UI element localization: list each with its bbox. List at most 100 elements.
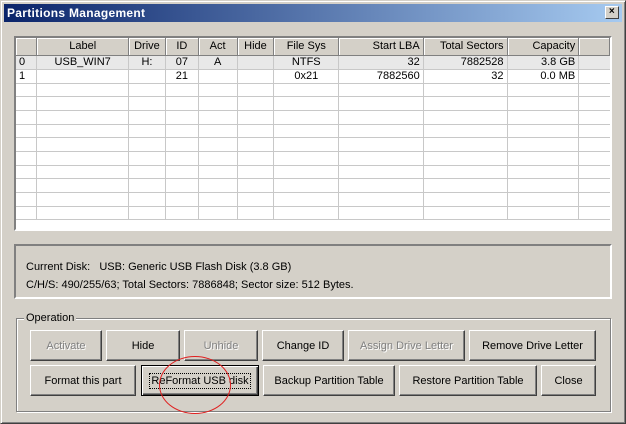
empty-cell [423,137,508,152]
empty-row[interactable] [16,83,610,98]
empty-cell [198,110,238,125]
empty-cell [507,178,580,193]
empty-cell [273,151,340,166]
empty-row[interactable] [16,151,610,166]
empty-cell [198,96,238,111]
col-header-index[interactable] [16,38,38,56]
filler-cell [578,55,610,70]
empty-cell [165,178,199,193]
empty-cell [507,137,580,152]
table-row[interactable]: 0 USB_WIN7 H: 07 A NTFS 32 7882528 3.8 GB [16,55,610,70]
empty-cell [273,192,340,207]
empty-cell [165,110,199,125]
empty-cell [338,178,424,193]
empty-row[interactable] [16,96,610,111]
restore-partition-table-button[interactable]: Restore Partition Table [399,365,537,396]
window-title: Partitions Management [7,6,146,20]
partition-table[interactable]: Label Drive ID Act Hide File Sys Start L… [14,36,612,231]
empty-cell [128,206,166,221]
empty-row[interactable] [16,178,610,193]
unhide-button[interactable]: Unhide [184,330,258,361]
title-bar: Partitions Management × [4,4,622,22]
empty-cell [128,83,166,98]
empty-cell [237,206,275,221]
table-row[interactable]: 1 21 0x21 7882560 32 0.0 MB [16,69,610,84]
empty-cell [507,206,580,221]
col-header-start-lba[interactable]: Start LBA [338,38,424,56]
empty-row[interactable] [16,124,610,139]
empty-cell [338,137,424,152]
empty-row[interactable] [16,137,610,152]
table-cell: 0 [16,55,38,70]
empty-cell [237,124,275,139]
remove-drive-letter-button[interactable]: Remove Drive Letter [469,330,596,361]
empty-row[interactable] [16,206,610,221]
filler-cell [578,110,610,125]
col-header-total-sectors[interactable]: Total Sectors [423,38,508,56]
backup-partition-table-label: Backup Partition Table [274,374,384,387]
format-this-part-button[interactable]: Format this part [30,365,136,396]
close-button[interactable]: Close [541,365,596,396]
empty-cell [198,192,238,207]
col-header-act[interactable]: Act [198,38,238,56]
empty-cell [128,96,166,111]
empty-cell [198,206,238,221]
col-header-hide[interactable]: Hide [237,38,275,56]
format-this-part-label: Format this part [44,374,122,387]
empty-cell [273,178,340,193]
empty-cell [338,192,424,207]
table-cell: 0.0 MB [507,69,580,84]
col-header-capacity[interactable]: Capacity [507,38,580,56]
empty-cell [423,192,508,207]
reformat-usb-disk-button[interactable]: ReFormat USB disk [141,365,259,396]
empty-cell [273,124,340,139]
col-header-drive[interactable]: Drive [128,38,166,56]
hide-button[interactable]: Hide [106,330,180,361]
reformat-usb-disk-label: ReFormat USB disk [149,372,251,389]
empty-cell [507,151,580,166]
empty-cell [16,178,38,193]
change-id-button[interactable]: Change ID [262,330,344,361]
activate-button[interactable]: Activate [30,330,102,361]
empty-cell [338,96,424,111]
empty-cell [165,151,199,166]
filler-cell [578,151,610,166]
empty-cell [507,110,580,125]
assign-drive-letter-label: Assign Drive Letter [360,339,453,352]
empty-row[interactable] [16,110,610,125]
empty-cell [338,124,424,139]
backup-partition-table-button[interactable]: Backup Partition Table [263,365,395,396]
col-header-label[interactable]: Label [36,38,129,56]
empty-cell [273,206,340,221]
assign-drive-letter-button[interactable]: Assign Drive Letter [348,330,465,361]
table-cell: 07 [165,55,199,70]
table-cell: 7882560 [338,69,424,84]
empty-row[interactable] [16,165,610,180]
table-cell: USB_WIN7 [36,55,129,70]
empty-cell [273,83,340,98]
empty-cell [36,151,129,166]
col-header-id[interactable]: ID [165,38,199,56]
empty-cell [36,178,129,193]
empty-cell [273,96,340,111]
empty-cell [16,165,38,180]
empty-cell [423,110,508,125]
close-icon[interactable]: × [605,6,619,19]
empty-cell [198,151,238,166]
disk-info-panel: Current Disk: USB: Generic USB Flash Dis… [14,244,612,299]
partitions-management-window: Partitions Management × Label Drive ID A… [0,0,626,424]
empty-cell [507,83,580,98]
empty-cell [237,151,275,166]
table-cell: H: [128,55,166,70]
empty-cell [198,178,238,193]
filler-cell [578,192,610,207]
empty-cell [237,192,275,207]
empty-cell [338,165,424,180]
remove-drive-letter-label: Remove Drive Letter [482,339,583,352]
col-header-filesys[interactable]: File Sys [273,38,340,56]
empty-cell [165,137,199,152]
empty-row[interactable] [16,192,610,207]
filler-cell [578,124,610,139]
empty-cell [128,124,166,139]
empty-cell [237,137,275,152]
